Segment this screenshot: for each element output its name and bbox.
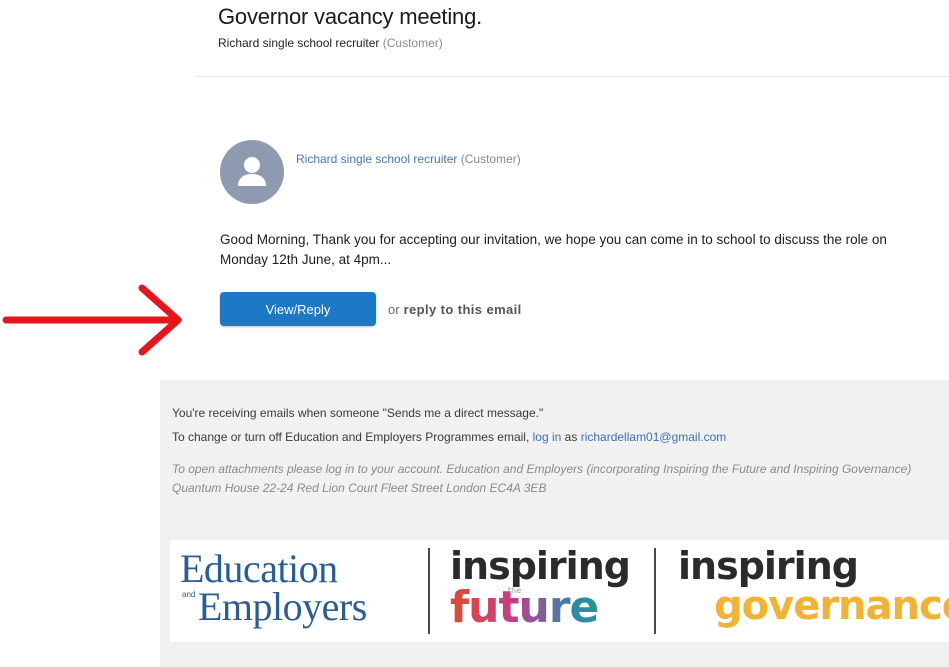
education-employers-logo: Education and Employers [180, 546, 367, 629]
login-link[interactable]: log in [533, 430, 562, 444]
change-settings-text: To change or turn off Education and Empl… [172, 430, 530, 444]
logo-divider [654, 548, 656, 634]
logo-if-the: the [508, 586, 522, 595]
inspiring-the-future-logo: inspiring the future [450, 544, 631, 630]
email-subject: Governor vacancy meeting. [218, 4, 483, 29]
logo-if-future: future [450, 586, 630, 630]
attachments-notice: To open attachments please log in to you… [172, 462, 912, 495]
reply-row: View/Reply or reply to this email [220, 292, 522, 326]
message-body: Good Morning, Thank you for accepting ou… [220, 232, 887, 267]
email-sender-name: Richard single school recruiter [218, 36, 380, 50]
reply-to-email-label: reply to this email [403, 301, 522, 317]
email-header: Governor vacancy meeting. Richard single… [218, 4, 482, 50]
inspiring-governance-logo: inspiring governance [678, 546, 949, 626]
right-arrow-icon [2, 284, 182, 356]
message-sender: Richard single school recruiter (Custome… [296, 152, 521, 166]
email-footer: You're receiving emails when someone "Se… [160, 380, 949, 667]
as-text: as [564, 430, 578, 444]
message-sender-role: (Customer) [460, 152, 521, 166]
receiving-notice: You're receiving emails when someone "Se… [172, 406, 544, 420]
message-sender-name[interactable]: Richard single school recruiter [296, 152, 457, 166]
view-reply-button[interactable]: View/Reply [220, 292, 376, 326]
logo-ee-employers: Employers [198, 584, 367, 629]
logo-ig-inspiring: inspiring [678, 544, 859, 588]
avatar [220, 140, 284, 204]
logo-divider [428, 548, 430, 634]
logo-ee-education: Education [180, 546, 338, 591]
logo-ig-governance: governance [714, 583, 949, 629]
user-icon [238, 157, 266, 186]
message-card: Richard single school recruiter (Custome… [198, 118, 949, 358]
header-divider [196, 76, 949, 77]
logo-if-inspiring: inspiring [450, 544, 631, 588]
recipient-email-link[interactable]: richardellam01@gmail.com [581, 430, 727, 444]
email-sender-role: (Customer) [382, 36, 443, 50]
unsubscribe-line: To change or turn off Education and Empl… [172, 430, 726, 444]
email-sender-line: Richard single school recruiter (Custome… [218, 36, 482, 50]
logo-ee-and: and [182, 590, 196, 599]
logo-band: Education and Employers inspiring the fu… [170, 540, 949, 642]
or-label: or [388, 301, 400, 317]
